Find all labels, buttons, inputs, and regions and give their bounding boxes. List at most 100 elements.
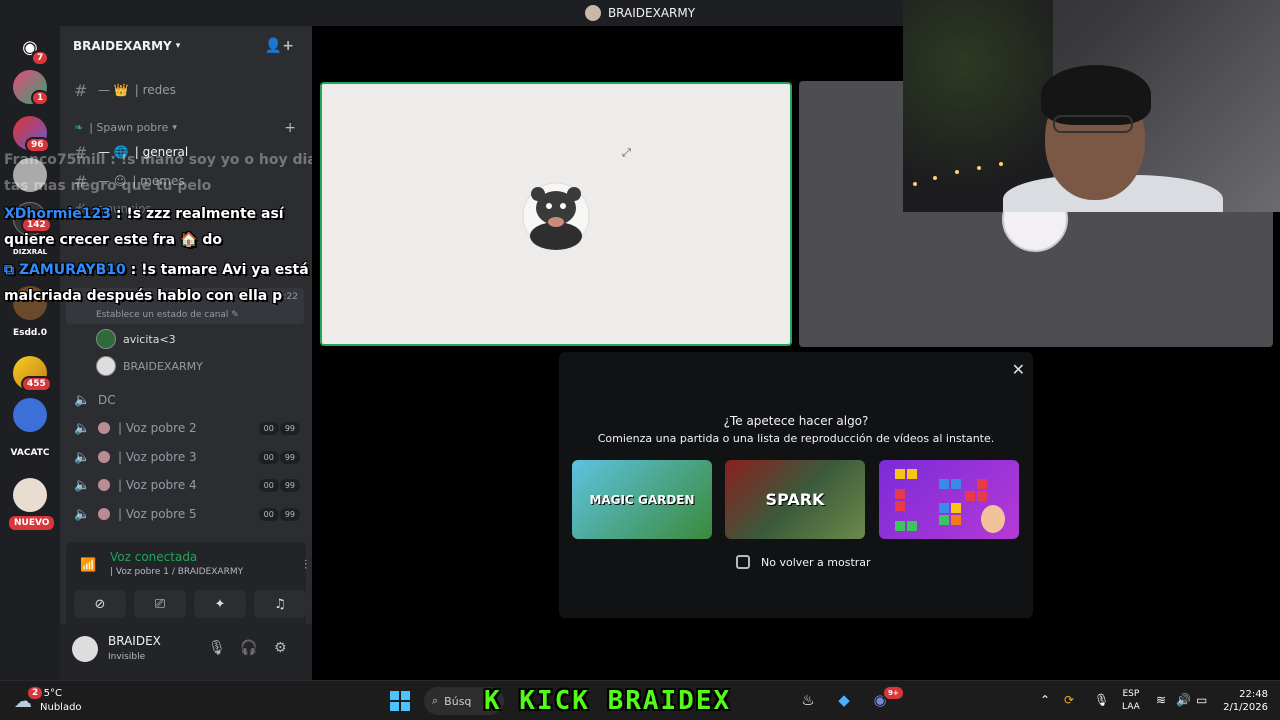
user-panel: BRAIDEX Invisible 🎙 🎧 ⚙ (60, 624, 312, 680)
string-light (913, 182, 917, 186)
voice-channel[interactable]: 🔈 | Voz pobre 4 00 99 (74, 474, 300, 496)
home-mention-badge: 7 (31, 50, 50, 66)
avatar (96, 329, 116, 349)
user-limit: 00 99 (258, 507, 300, 521)
gear-icon[interactable]: ⚙ (274, 640, 287, 656)
server-icon-8[interactable] (13, 478, 47, 512)
streamer-glasses (1053, 115, 1133, 133)
new-server-badge: NUEVO (9, 516, 55, 530)
weather-widget[interactable]: ☁ 2 -5°C Nublado (14, 685, 82, 715)
expand-icon[interactable]: ⤢ (622, 146, 631, 160)
user-limit: 00 99 (258, 421, 300, 435)
discord-badge: 9+ (882, 685, 905, 701)
voice-channel[interactable]: 🔈 | Voz pobre 5 00 99 (74, 503, 300, 525)
soundboard-button[interactable]: ♫ (254, 590, 306, 618)
create-channel-icon[interactable]: + (284, 120, 296, 136)
channel-emoji (98, 479, 110, 491)
channel-dc[interactable]: 🔈 DC (74, 389, 116, 411)
channel-redes[interactable]: # — 👑 | redes (74, 79, 176, 101)
category-label: | Spawn pobre (89, 121, 169, 134)
volume-icon[interactable]: 🔊 (1176, 693, 1191, 707)
user-name[interactable]: BRAIDEX (108, 634, 161, 648)
battery-icon[interactable]: ▭ (1196, 693, 1207, 707)
kick-icon: ⧉ (4, 262, 19, 278)
blocks-puzzle-icon (895, 468, 1005, 533)
set-channel-status[interactable]: Establece un estado de canal ✎ (96, 310, 239, 320)
video-tile-speaking[interactable]: ⤢ (320, 82, 792, 346)
game-magic-garden[interactable]: MAGIC GARDEN (572, 460, 712, 539)
headphones-icon[interactable]: 🎧 (240, 640, 257, 656)
user-limit: 00 99 (258, 478, 300, 492)
windows-taskbar: ☁ 2 -5°C Nublado ⌕ Búsq K KICK BRAIDEX ♨… (0, 680, 1280, 720)
chat-username: ZAMURAYB10 (18, 262, 126, 278)
voice-channel-path[interactable]: | Voz pobre 1 / BRAIDEXARMY (110, 567, 243, 577)
noise-suppression-icon[interactable]: ⫶ (304, 558, 307, 573)
voice-member[interactable]: BRAIDEXARMY (96, 355, 203, 377)
chat-line: XDhormie123 : !s zzz realmente así (4, 206, 284, 222)
share-screen-button[interactable]: ⎚ (134, 590, 186, 618)
hash-icon: # (74, 80, 88, 100)
speaker-icon: 🔈 (74, 392, 91, 408)
camera-off-button[interactable]: ⊘ (74, 590, 126, 618)
microphone-icon[interactable]: 🎙 (208, 640, 226, 656)
string-light (977, 166, 981, 170)
chevron-down-icon: ▾ (175, 41, 181, 51)
server-2-badge: 96 (25, 137, 50, 153)
speaker-icon: 🔈 (74, 477, 91, 493)
game-spark[interactable]: SPARK (725, 460, 865, 539)
activity-subtitle: Comienza una partida o una lista de repr… (597, 432, 995, 445)
windows-start-icon[interactable] (390, 691, 410, 711)
crown-icon: — 👑 (98, 83, 129, 97)
channel-emoji (98, 451, 110, 463)
channel-label: | Voz pobre 2 (118, 421, 197, 435)
wifi-icon[interactable]: ≋ (1156, 693, 1166, 707)
string-light (933, 176, 937, 180)
game-blocks[interactable] (879, 460, 1019, 539)
guild-header[interactable]: BRAIDEXARMY ▾ 👤+ (60, 26, 312, 66)
microphone-icon[interactable]: 🎙 (1094, 693, 1109, 707)
server-rail: ◉ 7 1 96 142 DIZXRAL Esdd.0 455 VACATC N… (0, 26, 60, 680)
channel-sidebar: BRAIDEXARMY ▾ 👤+ # — 👑 | redes ❧ | Spawn… (60, 26, 350, 680)
dont-show-again[interactable]: No volver a mostrar (736, 555, 871, 569)
voice-status[interactable]: Voz conectada (110, 550, 197, 564)
app-diamond-icon[interactable]: ◆ (834, 691, 854, 711)
user-status: Invisible (108, 652, 146, 662)
input-language[interactable]: ESP LAA (1122, 688, 1140, 714)
speaker-icon: 🔈 (74, 420, 91, 436)
checkbox[interactable] (736, 555, 750, 569)
system-clock[interactable]: 22:48 2/1/2026 (1218, 688, 1268, 714)
activity-suggestion-card: ✕ ¿Te apetece hacer algo? Comienza una p… (559, 352, 1033, 618)
rat-avatar (522, 182, 590, 250)
server-label-esdd: Esdd.0 (12, 328, 48, 338)
server-icon-7[interactable] (13, 398, 47, 432)
chat-username: XDhormie123 (4, 206, 112, 222)
chevron-down-icon: ▾ (172, 122, 177, 133)
sync-icon[interactable]: ⟳ (1064, 693, 1074, 707)
activities-button[interactable]: ✦ (194, 590, 246, 618)
screen: BRAIDEXARMY ◉ 7 1 96 142 DIZXRAL Esdd.0 … (0, 0, 1280, 720)
activity-question: ¿Te apetece hacer algo? (723, 414, 869, 428)
voice-channel[interactable]: 🔈 | Voz pobre 3 00 99 (74, 446, 300, 468)
weather-description: Nublado (40, 702, 82, 713)
server-label-vacatc: VACATC (10, 448, 50, 458)
category-spawn-pobre[interactable]: ❧ | Spawn pobre ▾ + (74, 120, 300, 136)
voice-channel[interactable]: 🔈 | Voz pobre 2 00 99 (74, 417, 300, 439)
leaf-icon: ❧ (74, 121, 84, 134)
add-member-icon[interactable]: 👤+ (265, 38, 294, 54)
weather-temperature: -5°C (40, 688, 62, 699)
string-light (955, 170, 959, 174)
channel-emoji (98, 422, 110, 434)
steam-icon[interactable]: ♨ (798, 691, 818, 711)
string-light (999, 162, 1003, 166)
voice-member[interactable]: avicita<3 (96, 328, 176, 350)
channel-label: DC (98, 393, 116, 407)
chevron-up-icon[interactable]: ⌃ (1040, 693, 1050, 707)
checkbox-label: No volver a mostrar (761, 555, 871, 569)
avatar[interactable] (72, 636, 98, 662)
close-icon[interactable]: ✕ (1012, 360, 1025, 379)
server-label-dizxral: DIZXRAL (12, 248, 48, 256)
user-limit: 00 99 (258, 450, 300, 464)
signal-icon[interactable]: 📶 (80, 558, 96, 573)
weather-badge: 2 (26, 685, 45, 701)
server-1-badge: 1 (31, 90, 50, 106)
